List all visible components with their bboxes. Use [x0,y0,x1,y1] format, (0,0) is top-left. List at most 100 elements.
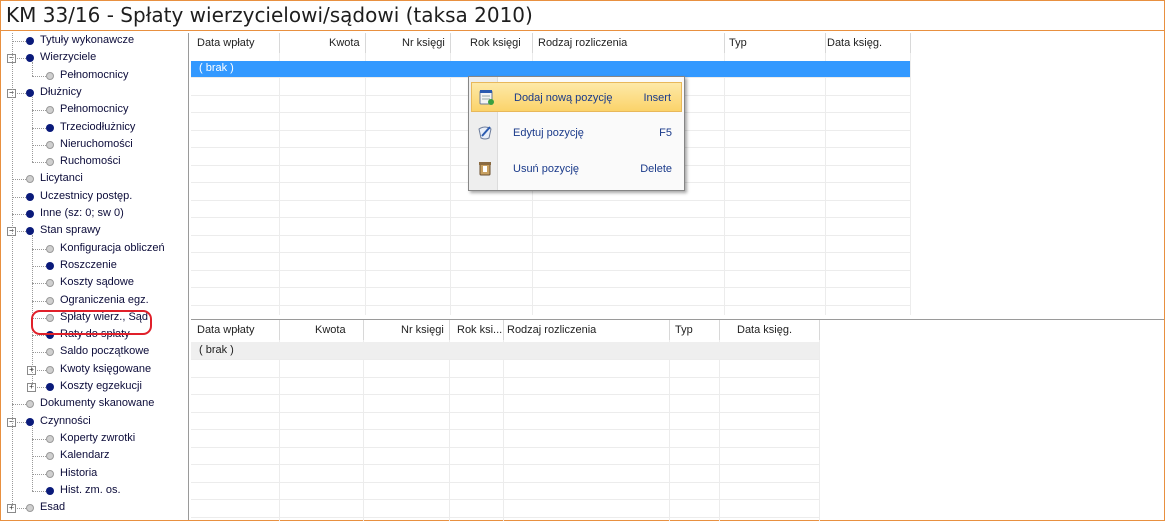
tree-item[interactable]: Koperty zwrotki [2,431,186,448]
tree-item-label: Kwoty księgowane [60,362,152,375]
tree-item[interactable]: Koszty sądowe [2,275,186,292]
tree-item-label: Uczestnicy postęp. [40,189,133,202]
tree-item[interactable]: − Wierzyciele [2,50,186,67]
tree-item-label: Esad [40,501,66,514]
menu-item-label: Dodaj nową pozycję [514,92,613,104]
column-header[interactable]: Data księg. [737,324,792,336]
tree-connector [12,214,26,215]
tree-item[interactable]: Historia [2,466,186,483]
tree-item[interactable]: Licytanci [2,171,186,188]
empty-row-label: ( brak ) [199,62,234,74]
node-bullet-icon [26,227,34,236]
tree-item-label: Koperty zwrotki [60,431,136,444]
menu-item-delete[interactable]: Usuń pozycję Delete [471,154,682,184]
tree-item-label: Koszty sądowe [60,276,134,289]
table-row[interactable]: ( brak ) [191,342,819,359]
tree-item[interactable]: Saldo początkowe [2,344,186,361]
menu-item-add[interactable]: Dodaj nową pozycję Insert [471,82,682,112]
tree-item-label: Ograniczenia egz. [60,293,149,306]
tree-connector [32,425,33,491]
column-header[interactable]: Rok księgi [470,37,521,49]
tree-item-label: Stan sprawy [40,224,101,237]
column-separator[interactable] [450,33,451,53]
tree-connector [12,404,26,406]
node-bullet-icon [46,261,54,270]
grid-line [279,53,280,315]
tree-item[interactable]: + Esad [2,500,186,517]
tree-item[interactable]: Ograniczenia egz. [2,293,186,310]
column-separator[interactable] [819,320,820,340]
tree-item[interactable]: Uczestnicy postęp. [2,189,186,206]
column-separator[interactable] [719,320,720,340]
tree-item[interactable]: Pełnomocnicy [2,102,186,119]
column-separator[interactable] [449,320,450,340]
column-separator[interactable] [503,320,504,340]
tree-connector [32,162,46,164]
tree-connector [12,41,26,42]
column-header[interactable]: Kwota [315,324,346,336]
tree-connector [32,75,46,77]
edit-icon [478,126,492,140]
grid-line [191,376,819,378]
tree-item[interactable]: Trzeciodłużnicy [2,120,186,137]
tree-connector [32,490,46,492]
column-header[interactable]: Data wpłaty [197,324,254,336]
column-header[interactable]: Nr księgi [401,324,444,336]
column-header[interactable]: Data wpłaty [197,37,254,49]
tree-connector [32,127,46,129]
table-row[interactable]: ( brak ) [191,61,910,77]
title-bar: KM 33/16 - Spłaty wierzycielowi/sądowi (… [1,1,1164,31]
column-header[interactable]: Rodzaj rozliczenia [507,324,596,336]
column-header[interactable]: Rok ksi... [457,324,502,336]
tree-item-label: Roszczenie [60,258,117,271]
tree-item-label: Pełnomocnicy [60,68,129,81]
tree-item[interactable]: − Stan sprawy [2,223,186,240]
grid-line [825,53,826,315]
column-separator[interactable] [532,33,533,53]
column-separator[interactable] [365,33,366,53]
tree-item[interactable]: + Koszty egzekucji [2,379,186,396]
column-header[interactable]: Nr księgi [402,37,445,49]
column-separator[interactable] [363,320,364,340]
menu-item-label: Usuń pozycję [513,163,580,175]
grid-line [191,252,910,253]
tree-item[interactable]: − Dłużnicy [2,85,186,102]
tree-item[interactable]: Konfiguracja obliczeń [2,241,186,258]
tree-connector [32,248,46,250]
main-window: KM 33/16 - Spłaty wierzycielowi/sądowi (… [0,0,1165,521]
tree-item[interactable]: Dokumenty skanowane [2,396,186,413]
tree-item[interactable]: + Kwoty księgowane [2,362,186,379]
menu-item-edit[interactable]: Edytuj pozycję F5 [471,118,682,148]
column-separator[interactable] [825,33,826,53]
tree-item[interactable]: Tytuły wykonawcze [2,33,186,50]
column-separator[interactable] [724,33,725,53]
tree-item[interactable]: − Czynności [2,414,186,431]
tree-item[interactable]: Hist. zm. os. [2,483,186,500]
tree-item-label: Ruchomości [60,155,121,168]
detail-grid[interactable]: Data wpłaty Kwota Nr księgi Rok ksi... Rodza… [191,319,1164,521]
column-header[interactable]: Data księg. [827,37,882,49]
node-bullet-icon [46,279,54,288]
node-bullet-icon [46,434,54,443]
navigation-tree[interactable]: Tytuły wykonawcze − Wierzyciele Pełnomocnic… [2,33,189,520]
tree-item[interactable]: Inne (sz: 0; sw 0) [2,206,186,223]
tree-item[interactable]: Roszczenie [2,258,186,275]
column-header[interactable]: Kwota [329,37,360,49]
column-separator[interactable] [910,33,911,53]
tree-item-label: Tytuły wykonawcze [40,34,135,46]
tree-item[interactable]: Pełnomocnicy [2,68,186,85]
grid-line [449,340,450,521]
tree-item[interactable]: Kalendarz [2,448,186,465]
column-header[interactable]: Typ [729,37,747,49]
tree-item[interactable]: Ruchomości [2,154,186,171]
node-bullet-icon [46,123,54,132]
tree-item-label: Wierzyciele [40,51,97,64]
column-separator[interactable] [279,33,280,53]
grid-line [719,340,720,521]
column-header[interactable]: Typ [675,324,693,336]
column-header[interactable]: Rodzaj rozliczenia [538,37,627,49]
tree-item[interactable]: Nieruchomości [2,137,186,154]
column-separator[interactable] [279,320,280,340]
column-separator[interactable] [669,320,670,340]
grid-line [669,340,670,521]
